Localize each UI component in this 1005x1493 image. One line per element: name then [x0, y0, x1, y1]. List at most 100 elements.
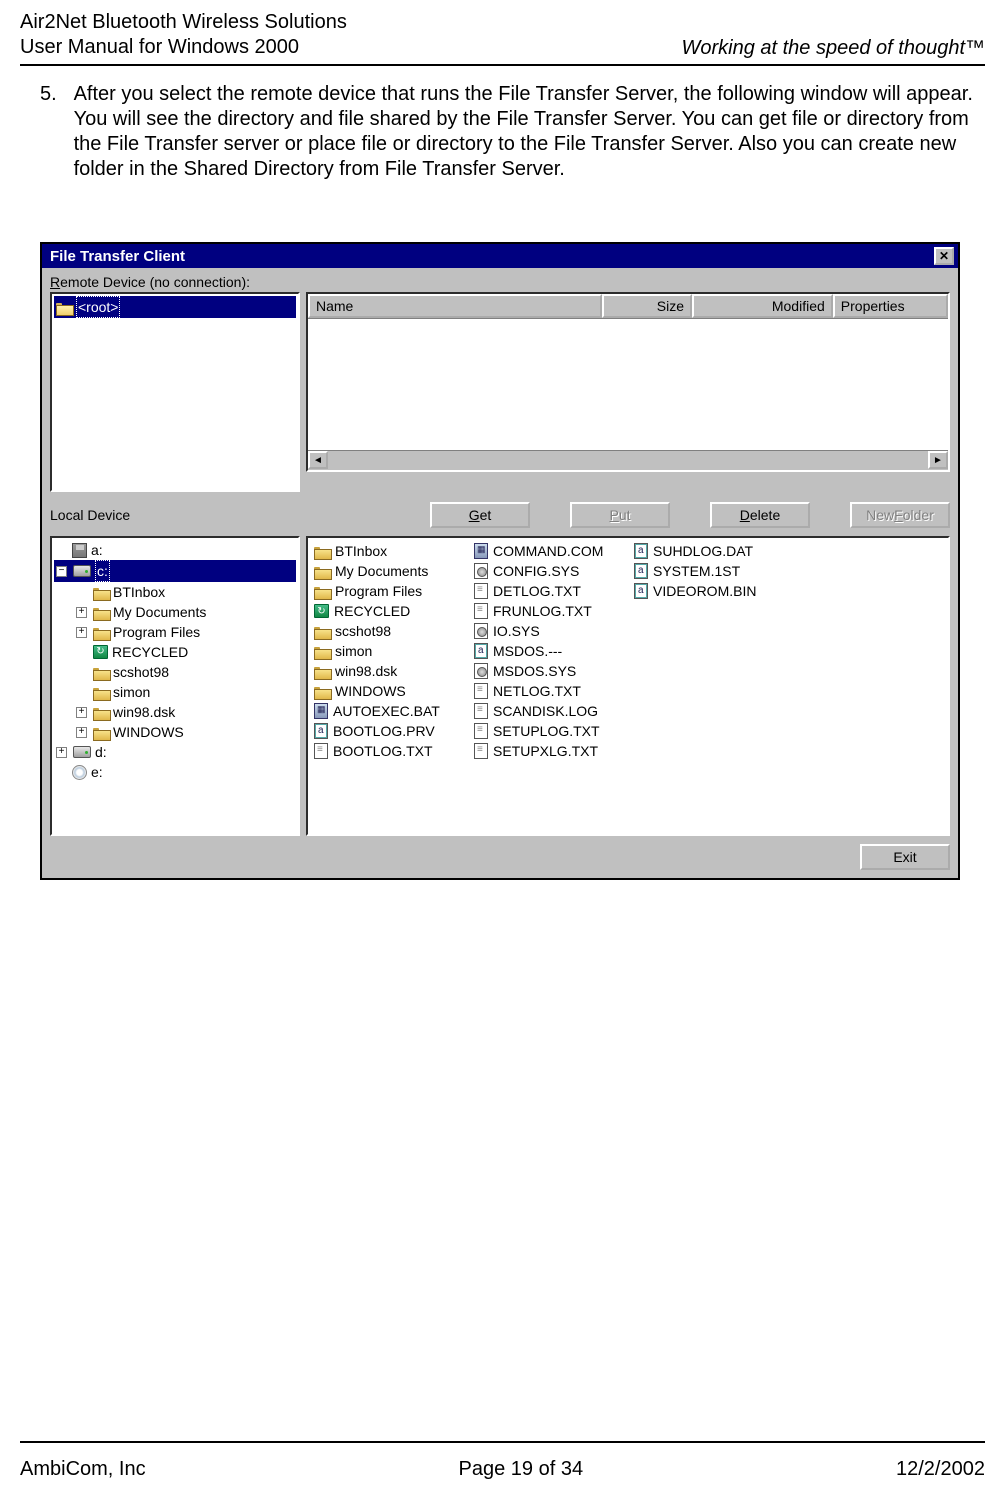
- drive-d-node[interactable]: + d:: [54, 742, 296, 762]
- get-button[interactable]: Get: [430, 502, 530, 528]
- delete-rest: elete: [750, 507, 780, 523]
- col-size[interactable]: Size: [602, 294, 692, 318]
- step-text: After you select the remote device that …: [74, 82, 974, 182]
- doc-header-left: Air2Net Bluetooth Wireless Solutions Use…: [20, 10, 347, 60]
- product-name: Air2Net Bluetooth Wireless Solutions: [20, 10, 347, 35]
- list-item-label: SYSTEM.1ST: [653, 563, 740, 579]
- file-column: BTInbox My Documents Program Files RECYCLED…: [314, 542, 464, 760]
- list-item[interactable]: CONFIG.SYS: [474, 562, 624, 580]
- list-item[interactable]: BTInbox: [314, 542, 464, 560]
- put-button[interactable]: Put: [570, 502, 670, 528]
- list-item[interactable]: DETLOG.TXT: [474, 582, 624, 600]
- tree-folder-node[interactable]: RECYCLED: [54, 642, 296, 662]
- remote-list-header: Name Size Modified Properties: [308, 294, 948, 319]
- tree-folder-node[interactable]: +WINDOWS: [54, 722, 296, 742]
- list-item-label: SUHDLOG.DAT: [653, 543, 753, 559]
- drive-a-node[interactable]: a:: [54, 540, 296, 560]
- tree-folder-node[interactable]: scshot98: [54, 662, 296, 682]
- folder-icon: [93, 626, 109, 639]
- slogan-text: Working at the speed of thought: [681, 37, 965, 59]
- data-file-icon: [634, 583, 648, 599]
- list-item[interactable]: BOOTLOG.PRV: [314, 722, 464, 740]
- drive-e-node[interactable]: e:: [54, 762, 296, 782]
- remote-hscroll[interactable]: ◄ ►: [308, 450, 948, 470]
- list-item-label: simon: [335, 643, 372, 659]
- scroll-right-button[interactable]: ►: [928, 451, 948, 469]
- expand-icon[interactable]: +: [76, 707, 87, 718]
- dialog-bottom-row: Exit: [42, 836, 958, 878]
- list-item-label: DETLOG.TXT: [493, 583, 581, 599]
- list-item[interactable]: NETLOG.TXT: [474, 682, 624, 700]
- titlebar[interactable]: File Transfer Client ✕: [42, 244, 958, 268]
- remote-mnemonic: R: [50, 274, 60, 290]
- footer-page: Page 19 of 34: [459, 1458, 584, 1481]
- list-item[interactable]: FRUNLOG.TXT: [474, 602, 624, 620]
- tree-folder-node[interactable]: + Program Files: [54, 622, 296, 642]
- tree-node-label: BTInbox: [113, 582, 165, 602]
- new-folder-button[interactable]: New Folder: [850, 502, 950, 528]
- drive-e-label: e:: [91, 762, 103, 782]
- list-item[interactable]: AUTOEXEC.BAT: [314, 702, 464, 720]
- text-file-icon: [314, 743, 328, 759]
- list-item[interactable]: MSDOS.---: [474, 642, 624, 660]
- list-item[interactable]: BOOTLOG.TXT: [314, 742, 464, 760]
- list-item[interactable]: My Documents: [314, 562, 464, 580]
- folder-open-icon: [56, 301, 72, 314]
- remote-tree-pane[interactable]: <root>: [50, 292, 300, 492]
- list-item[interactable]: SETUPXLG.TXT: [474, 742, 624, 760]
- collapse-icon[interactable]: −: [56, 566, 67, 577]
- tree-folder-node[interactable]: +win98.dsk: [54, 702, 296, 722]
- list-item[interactable]: RECYCLED: [314, 602, 464, 620]
- expand-icon[interactable]: +: [76, 607, 87, 618]
- list-item[interactable]: scshot98: [314, 622, 464, 640]
- drive-c-node[interactable]: − c:: [54, 560, 296, 582]
- tree-node-label: Program Files: [113, 622, 200, 642]
- remote-list-body[interactable]: [308, 319, 948, 450]
- list-item[interactable]: WINDOWS: [314, 682, 464, 700]
- expand-icon[interactable]: +: [56, 747, 67, 758]
- list-item-label: BOOTLOG.PRV: [333, 723, 435, 739]
- local-tree-pane[interactable]: a: − c: BTInbox+My Documents+Program Fil…: [50, 536, 300, 836]
- col-name[interactable]: Name: [308, 294, 602, 318]
- list-item[interactable]: COMMAND.COM: [474, 542, 624, 560]
- list-item[interactable]: MSDOS.SYS: [474, 662, 624, 680]
- close-icon: ✕: [939, 249, 949, 263]
- remote-root-node[interactable]: <root>: [54, 296, 296, 318]
- local-list-pane[interactable]: BTInbox My Documents Program Files RECYCLED…: [306, 536, 950, 836]
- folder-icon: [93, 686, 109, 699]
- tree-folder-node[interactable]: simon: [54, 682, 296, 702]
- expand-icon[interactable]: +: [76, 627, 87, 638]
- scroll-left-button[interactable]: ◄: [308, 451, 328, 469]
- drive-d-label: d:: [95, 742, 107, 762]
- list-item-label: RECYCLED: [334, 603, 410, 619]
- list-item[interactable]: simon: [314, 642, 464, 660]
- list-item[interactable]: SUHDLOG.DAT: [634, 542, 784, 560]
- list-item[interactable]: SETUPLOG.TXT: [474, 722, 624, 740]
- close-button[interactable]: ✕: [934, 247, 954, 265]
- list-item[interactable]: VIDEOROM.BIN: [634, 582, 784, 600]
- remote-list-pane[interactable]: Name Size Modified Properties ◄ ►: [306, 292, 950, 472]
- doc-header-right: Working at the speed of thought™: [681, 37, 985, 60]
- list-item[interactable]: win98.dsk: [314, 662, 464, 680]
- folder-icon: [314, 585, 330, 598]
- col-modified[interactable]: Modified: [692, 294, 833, 318]
- delete-button[interactable]: Delete: [710, 502, 810, 528]
- exit-button[interactable]: Exit: [860, 844, 950, 870]
- list-item[interactable]: SCANDISK.LOG: [474, 702, 624, 720]
- list-item-label: scshot98: [335, 623, 391, 639]
- footer-rule: [20, 1441, 985, 1443]
- tree-folder-node[interactable]: +My Documents: [54, 602, 296, 622]
- col-properties[interactable]: Properties: [833, 294, 948, 318]
- step-number: 5.: [40, 82, 68, 107]
- list-item-label: SETUPXLG.TXT: [493, 743, 598, 759]
- manual-name: User Manual for Windows 2000: [20, 35, 347, 60]
- get-rest: et: [480, 507, 492, 523]
- tree-folder-node[interactable]: BTInbox: [54, 582, 296, 602]
- system-file-icon: [474, 623, 488, 639]
- doc-footer: AmbiCom, Inc Page 19 of 34 12/2/2002: [20, 1458, 985, 1481]
- list-item[interactable]: SYSTEM.1ST: [634, 562, 784, 580]
- list-item[interactable]: IO.SYS: [474, 622, 624, 640]
- list-item[interactable]: Program Files: [314, 582, 464, 600]
- list-item-label: BTInbox: [335, 543, 387, 559]
- expand-icon[interactable]: +: [76, 727, 87, 738]
